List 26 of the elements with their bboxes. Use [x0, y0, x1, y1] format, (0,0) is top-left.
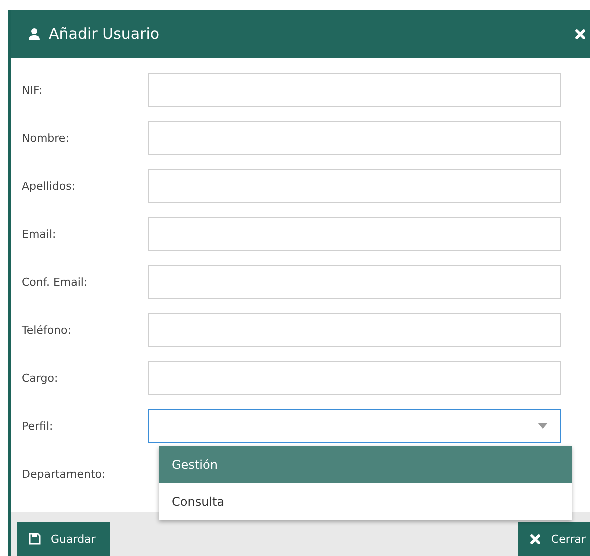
close-button[interactable] [575, 28, 586, 40]
field-label: Email: [22, 228, 58, 240]
field-label: Conf. Email: [22, 276, 89, 288]
input-field[interactable] [148, 313, 561, 347]
input-field[interactable] [148, 361, 561, 395]
input-field[interactable] [148, 265, 561, 299]
input-field[interactable] [148, 169, 561, 203]
field-label: NIF: [22, 84, 44, 96]
user-icon [28, 28, 41, 40]
field-label: Perfil: [22, 420, 54, 432]
dropdown-option[interactable]: Gestión [159, 446, 572, 483]
input-field[interactable] [148, 73, 561, 107]
close-button[interactable]: Cerrar [518, 522, 590, 556]
field-label: Departamento: [22, 468, 107, 480]
field-label: Nombre: [22, 132, 70, 144]
dropdown-option[interactable]: Consulta [159, 483, 572, 520]
dialog-title: Añadir Usuario [49, 25, 161, 43]
field-label: Cargo: [22, 372, 60, 384]
dropdown-caret-icon [538, 423, 548, 429]
select-field[interactable] [148, 409, 561, 443]
x-icon [530, 534, 542, 544]
field-label: Teléfono: [22, 324, 72, 336]
save-button[interactable]: Guardar [17, 522, 110, 556]
input-field[interactable] [148, 121, 561, 155]
field-label: Apellidos: [22, 180, 77, 192]
input-field[interactable] [148, 217, 561, 251]
